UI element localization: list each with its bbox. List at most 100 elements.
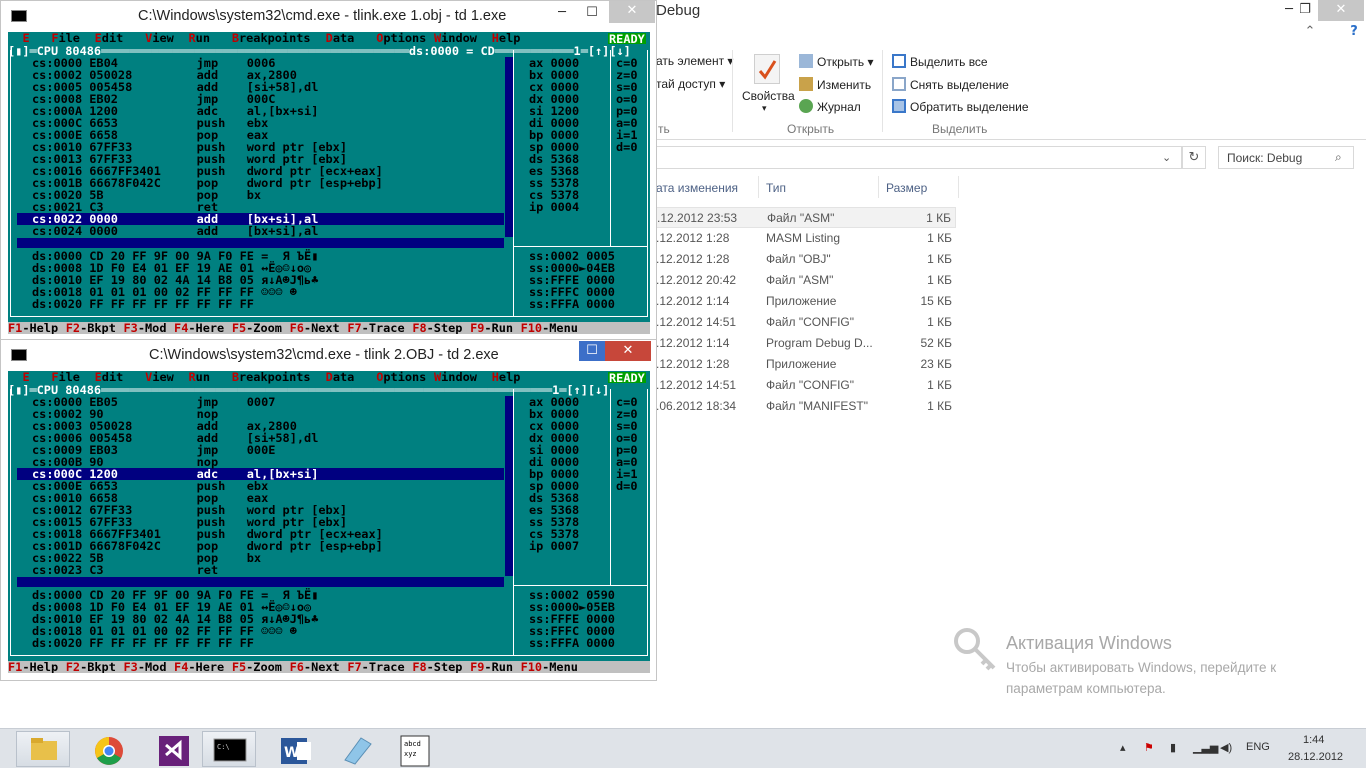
code-hscroll[interactable]: [17, 577, 504, 587]
fkey-f3[interactable]: F3-Mod: [124, 661, 167, 673]
invert-selection-button[interactable]: Обратить выделение: [892, 99, 1029, 114]
fkey-f6[interactable]: F6-Next: [290, 661, 340, 673]
column-size[interactable]: Размер: [886, 181, 927, 195]
history-button[interactable]: Журнал: [799, 99, 861, 114]
menu-options[interactable]: Options: [376, 371, 426, 383]
power-icon[interactable]: ▮: [1170, 741, 1176, 754]
menu-edit[interactable]: Edit: [95, 371, 124, 383]
file-explorer-taskbar-icon[interactable]: [16, 731, 70, 767]
title-bar[interactable]: C:\Windows\system32\cmd.exe - tlink.exe …: [1, 1, 656, 32]
list-item[interactable]: .06.2012 18:34 Файл "MANIFEST" 1 КБ: [656, 396, 956, 417]
volume-icon[interactable]: ◀): [1220, 741, 1232, 754]
cmd-window-1[interactable]: C:\Windows\system32\cmd.exe - tlink.exe …: [0, 0, 657, 342]
menu-file[interactable]: File: [51, 371, 80, 383]
turbo-debugger[interactable]: E File Edit View Run Breakpoints Data Options Wi…: [8, 371, 650, 673]
list-item[interactable]: .12.2012 14:51 Файл "CONFIG" 1 КБ: [656, 375, 956, 396]
fkey-f8[interactable]: F8-Step: [412, 661, 462, 673]
close-button[interactable]: ✕: [1318, 0, 1364, 21]
fkey-f5[interactable]: F5-Zoom: [232, 322, 282, 334]
fkey-f1[interactable]: F1-Help: [8, 661, 58, 673]
code-vscroll[interactable]: [505, 396, 513, 576]
address-dropdown-icon[interactable]: ⌄: [1162, 151, 1171, 164]
ribbon-collapse-icon[interactable]: ⌃: [1300, 22, 1320, 43]
menu-data[interactable]: Data: [326, 32, 355, 44]
list-item[interactable]: .12.2012 1:28 MASM Listing 1 КБ: [656, 228, 956, 249]
fkey-f6[interactable]: F6-Next: [290, 322, 340, 334]
network-error-icon[interactable]: ⚑: [1144, 741, 1154, 754]
address-bar[interactable]: ⌄: [656, 146, 1182, 169]
fkey-f10[interactable]: F10-Menu: [521, 322, 578, 334]
menu-window[interactable]: Window: [434, 32, 477, 44]
select-all-button[interactable]: Выделить все: [892, 54, 988, 69]
fkey-f4[interactable]: F4-Here: [174, 661, 224, 673]
fkey-f5[interactable]: F5-Zoom: [232, 661, 282, 673]
column-date[interactable]: ата изменения: [656, 181, 738, 195]
properties-dropdown-icon[interactable]: ▾: [762, 103, 767, 114]
help-icon[interactable]: ?: [1344, 22, 1364, 43]
minimize-button[interactable]: ─: [549, 3, 575, 24]
fkey-f7[interactable]: F7-Trace: [347, 322, 404, 334]
menu-e[interactable]: E: [22, 371, 29, 383]
cmd-taskbar-icon[interactable]: C:\: [202, 731, 256, 767]
fkey-f7[interactable]: F7-Trace: [347, 661, 404, 673]
maximize-button[interactable]: ☐: [579, 3, 605, 24]
clock-date[interactable]: 28.12.2012: [1288, 751, 1343, 763]
menu-file[interactable]: File: [51, 32, 80, 44]
menu-breakpoints[interactable]: Breakpoints: [232, 32, 311, 44]
fkey-f10[interactable]: F10-Menu: [521, 661, 578, 673]
editor-taskbar-icon[interactable]: abcd xyz: [387, 731, 441, 767]
select-none-button[interactable]: Снять выделение: [892, 77, 1009, 92]
list-item[interactable]: .12.2012 14:51 Файл "CONFIG" 1 КБ: [656, 312, 956, 333]
visual-studio-taskbar-icon[interactable]: [146, 731, 200, 767]
edit-button[interactable]: Изменить: [799, 77, 871, 92]
list-item[interactable]: .12.2012 1:28 Приложение 23 КБ: [656, 354, 956, 375]
list-item[interactable]: .12.2012 23:53 Файл "ASM" 1 КБ: [656, 207, 956, 228]
list-item[interactable]: .12.2012 1:28 Файл "OBJ" 1 КБ: [656, 249, 956, 270]
menu-edit[interactable]: Edit: [95, 32, 124, 44]
new-item-button[interactable]: ать элемент ▾: [656, 54, 733, 68]
clock-time[interactable]: 1:44: [1303, 734, 1324, 746]
fkey-f9[interactable]: F9-Run: [470, 661, 513, 673]
register[interactable]: ip 0007: [529, 540, 579, 552]
close-button[interactable]: ✕: [605, 341, 651, 361]
properties-button[interactable]: Свойства: [742, 89, 795, 103]
code-hscroll[interactable]: [17, 238, 504, 248]
fkey-f8[interactable]: F8-Step: [412, 322, 462, 334]
open-button[interactable]: Открыть ▾: [799, 54, 873, 69]
menu-e[interactable]: E: [22, 32, 29, 44]
fkey-f2[interactable]: F2-Bkpt: [66, 322, 116, 334]
fkey-f4[interactable]: F4-Here: [174, 322, 224, 334]
flag[interactable]: d=0: [616, 141, 637, 153]
flag[interactable]: d=0: [616, 480, 637, 492]
menu-breakpoints[interactable]: Breakpoints: [232, 371, 311, 383]
memory-dump-row[interactable]: ds:0020 FF FF FF FF FF FF FF FF: [32, 298, 254, 310]
menu-run[interactable]: Run: [189, 371, 211, 383]
list-item[interactable]: .12.2012 1:14 Приложение 15 КБ: [656, 291, 956, 312]
refresh-icon[interactable]: ↻: [1182, 146, 1206, 169]
fkey-f9[interactable]: F9-Run: [470, 322, 513, 334]
turbo-debugger[interactable]: E File Edit View Run Breakpoints Data Options Wi…: [8, 32, 650, 334]
code-vscroll[interactable]: [505, 57, 513, 237]
menu-help[interactable]: Help: [492, 371, 521, 383]
register[interactable]: ip 0004: [529, 201, 579, 213]
title-bar[interactable]: C:\Windows\system32\cmd.exe - tlink 2.OB…: [1, 340, 656, 371]
word-taskbar-icon[interactable]: W: [268, 731, 322, 767]
chrome-taskbar-icon[interactable]: [81, 731, 135, 767]
stack-row[interactable]: ss:FFFA 0000: [529, 637, 615, 649]
memory-dump-row[interactable]: ds:0020 FF FF FF FF FF FF FF FF: [32, 637, 254, 649]
menu-window[interactable]: Window: [434, 371, 477, 383]
menu-view[interactable]: View: [145, 371, 174, 383]
notepad-taskbar-icon[interactable]: [330, 731, 384, 767]
menu-run[interactable]: Run: [189, 32, 211, 44]
show-hidden-icons[interactable]: ▴: [1120, 741, 1126, 754]
fkey-f3[interactable]: F3-Mod: [124, 322, 167, 334]
language-indicator[interactable]: ENG: [1246, 741, 1270, 753]
disasm-row[interactable]: cs:0023 C3 ret: [32, 564, 218, 576]
signal-icon[interactable]: ▁▃▅: [1193, 741, 1218, 754]
cmd-window-2[interactable]: C:\Windows\system32\cmd.exe - tlink 2.OB…: [0, 339, 657, 681]
easy-access-button[interactable]: тай доступ ▾: [656, 77, 725, 91]
search-input[interactable]: Поиск: Debug ⌕: [1218, 146, 1354, 169]
close-button[interactable]: ✕: [609, 1, 655, 23]
menu-help[interactable]: Help: [492, 32, 521, 44]
menu-view[interactable]: View: [145, 32, 174, 44]
